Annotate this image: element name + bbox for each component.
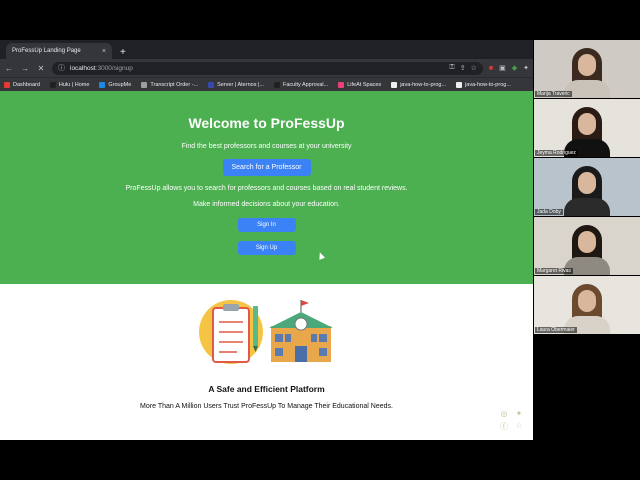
bookmark-label: Hulu | Home (58, 81, 90, 88)
screen: ProFessUp Landing Page × + ← → ✕ ⓘ local… (0, 0, 640, 480)
participant-face (578, 113, 596, 135)
participant-face (578, 231, 596, 253)
participant-name: Marija Traveric (535, 91, 572, 97)
bookmark-item[interactable]: GroupMe (99, 81, 132, 88)
participant-name: Jeyma Rodriguez (535, 150, 578, 156)
hero-description: ProFessUp allows you to search for profe… (125, 185, 408, 192)
share-icon[interactable]: ⇪ (460, 64, 466, 72)
browser-window: ProFessUp Landing Page × + ← → ✕ ⓘ local… (0, 40, 533, 440)
bookmark-label: Transcript Order -... (150, 81, 199, 88)
bookmark-star-icon[interactable]: ☆ (471, 64, 477, 72)
forward-icon[interactable]: → (20, 64, 30, 73)
participant-name: Margaret Rivas (535, 268, 573, 274)
participant-face (578, 172, 596, 194)
tab-bar: ProFessUp Landing Page × + (0, 40, 533, 59)
site-info-icon[interactable]: ⓘ (58, 63, 65, 73)
url-path: :3000/signup (95, 64, 133, 72)
participant-tile[interactable]: Marija Traveric (534, 40, 640, 98)
bookmark-favicon-icon (456, 81, 463, 88)
url-host: localhost (70, 64, 96, 72)
back-icon[interactable]: ← (4, 64, 14, 73)
twitter-icon[interactable]: ✦ (513, 409, 525, 418)
extension-green-icon[interactable]: ◆ (512, 64, 517, 72)
clipboard-icon (211, 307, 250, 363)
sign-up-button[interactable]: Sign Up (237, 241, 296, 255)
address-bar[interactable]: ⓘ localhost:3000/signup ⚿ ⇪ ☆ (52, 61, 483, 75)
bookmark-item[interactable]: Dashboard (4, 81, 40, 88)
bookmark-favicon-icon (49, 81, 56, 88)
page-title: Welcome to ProFessUp (188, 115, 345, 131)
bookmark-favicon-icon (4, 81, 10, 88)
instagram-icon[interactable]: ◎ (498, 409, 510, 418)
bookmark-item[interactable]: Transcript Order -... (141, 81, 199, 88)
bookmark-label: Faculty Approval... (283, 81, 329, 88)
search-professor-button[interactable]: Search for a Professor (222, 159, 311, 176)
bookmark-item[interactable]: Faculty Approval... (274, 81, 329, 88)
bookmark-item[interactable]: java-how-to-prog... (391, 81, 447, 88)
facebook-icon[interactable]: ⓕ (498, 421, 510, 432)
snapchat-icon[interactable]: ♘ (513, 421, 525, 432)
participant-name: Jada Doby (535, 209, 563, 215)
stop-loading-icon[interactable]: ✕ (36, 64, 46, 73)
pencil-icon (252, 306, 258, 346)
hero-description-2: Make informed decisions about your educa… (193, 201, 340, 208)
bookmark-favicon-icon (391, 81, 398, 88)
clock-icon (294, 317, 307, 331)
extension-red-icon[interactable]: ■ (489, 65, 493, 72)
bookmark-favicon-icon (99, 81, 106, 88)
feature-section: A Safe and Efficient Platform More Than … (0, 284, 533, 410)
bookmark-item[interactable]: LifeAt Spaces (338, 81, 382, 88)
new-tab-icon[interactable]: + (120, 47, 126, 58)
key-icon[interactable]: ⚿ (449, 64, 454, 72)
hero-subtitle: Find the best professors and courses at … (181, 143, 352, 150)
bookmark-item[interactable]: java-how-to-prog... (456, 81, 511, 88)
bookmark-label: Dashboard (13, 81, 40, 88)
participant-tile[interactable]: Jada Doby (534, 158, 640, 216)
bookmark-label: java-how-to-prog... (400, 81, 447, 88)
participant-tile[interactable]: Jeyma Rodriguez (534, 99, 640, 157)
hero-section: Welcome to ProFessUp Find the best profe… (0, 91, 533, 284)
social-links: ◎ ✦ ⓕ ♘ (498, 409, 525, 432)
participant-tile[interactable]: Laura Obermaier (534, 276, 640, 334)
close-icon[interactable]: × (102, 48, 106, 55)
bookmark-favicon-icon (338, 81, 345, 88)
participant-face (578, 54, 596, 76)
browser-toolbar: ← → ✕ ⓘ localhost:3000/signup ⚿ ⇪ ☆ ■ ▣ … (0, 59, 533, 77)
participant-face (578, 290, 596, 312)
tab-landing-page[interactable]: ProFessUp Landing Page × (6, 43, 112, 59)
participant-tile[interactable]: Margaret Rivas (534, 217, 640, 275)
bookmark-label: GroupMe (108, 81, 132, 88)
school-illustration (198, 300, 333, 364)
page-content: Welcome to ProFessUp Find the best profe… (0, 91, 533, 440)
bookmarks-bar: Dashboard Hulu | Home GroupMe Transcript Or… (0, 77, 533, 91)
clipboard-clip (222, 304, 239, 311)
bookmark-label: Server | Aternos |... (217, 81, 264, 88)
bookmark-label: java-how-to-prog... (465, 81, 511, 88)
bookmark-favicon-icon (208, 81, 215, 88)
sign-in-button[interactable]: Sign In (237, 218, 296, 232)
bookmark-label: LifeAt Spaces (347, 81, 382, 88)
extensions-puzzle-icon[interactable]: ✦ (523, 64, 529, 72)
feature-tagline: More Than A Million Users Trust ProFessU… (140, 403, 393, 410)
video-participants-panel: Marija Traveric Jeyma Rodriguez Jada Doby M… (534, 40, 640, 335)
flag-icon (300, 300, 309, 306)
bookmark-item[interactable]: Server | Aternos |... (208, 81, 264, 88)
bookmark-favicon-icon (274, 81, 280, 88)
bookmark-favicon-icon (141, 81, 148, 88)
participant-name: Laura Obermaier (535, 327, 577, 333)
tab-title: ProFessUp Landing Page (12, 48, 81, 54)
feature-title: A Safe and Efficient Platform (208, 384, 325, 394)
extension-screen-icon[interactable]: ▣ (499, 64, 506, 72)
participant-body (564, 198, 610, 216)
bookmark-item[interactable]: Hulu | Home (49, 81, 90, 88)
